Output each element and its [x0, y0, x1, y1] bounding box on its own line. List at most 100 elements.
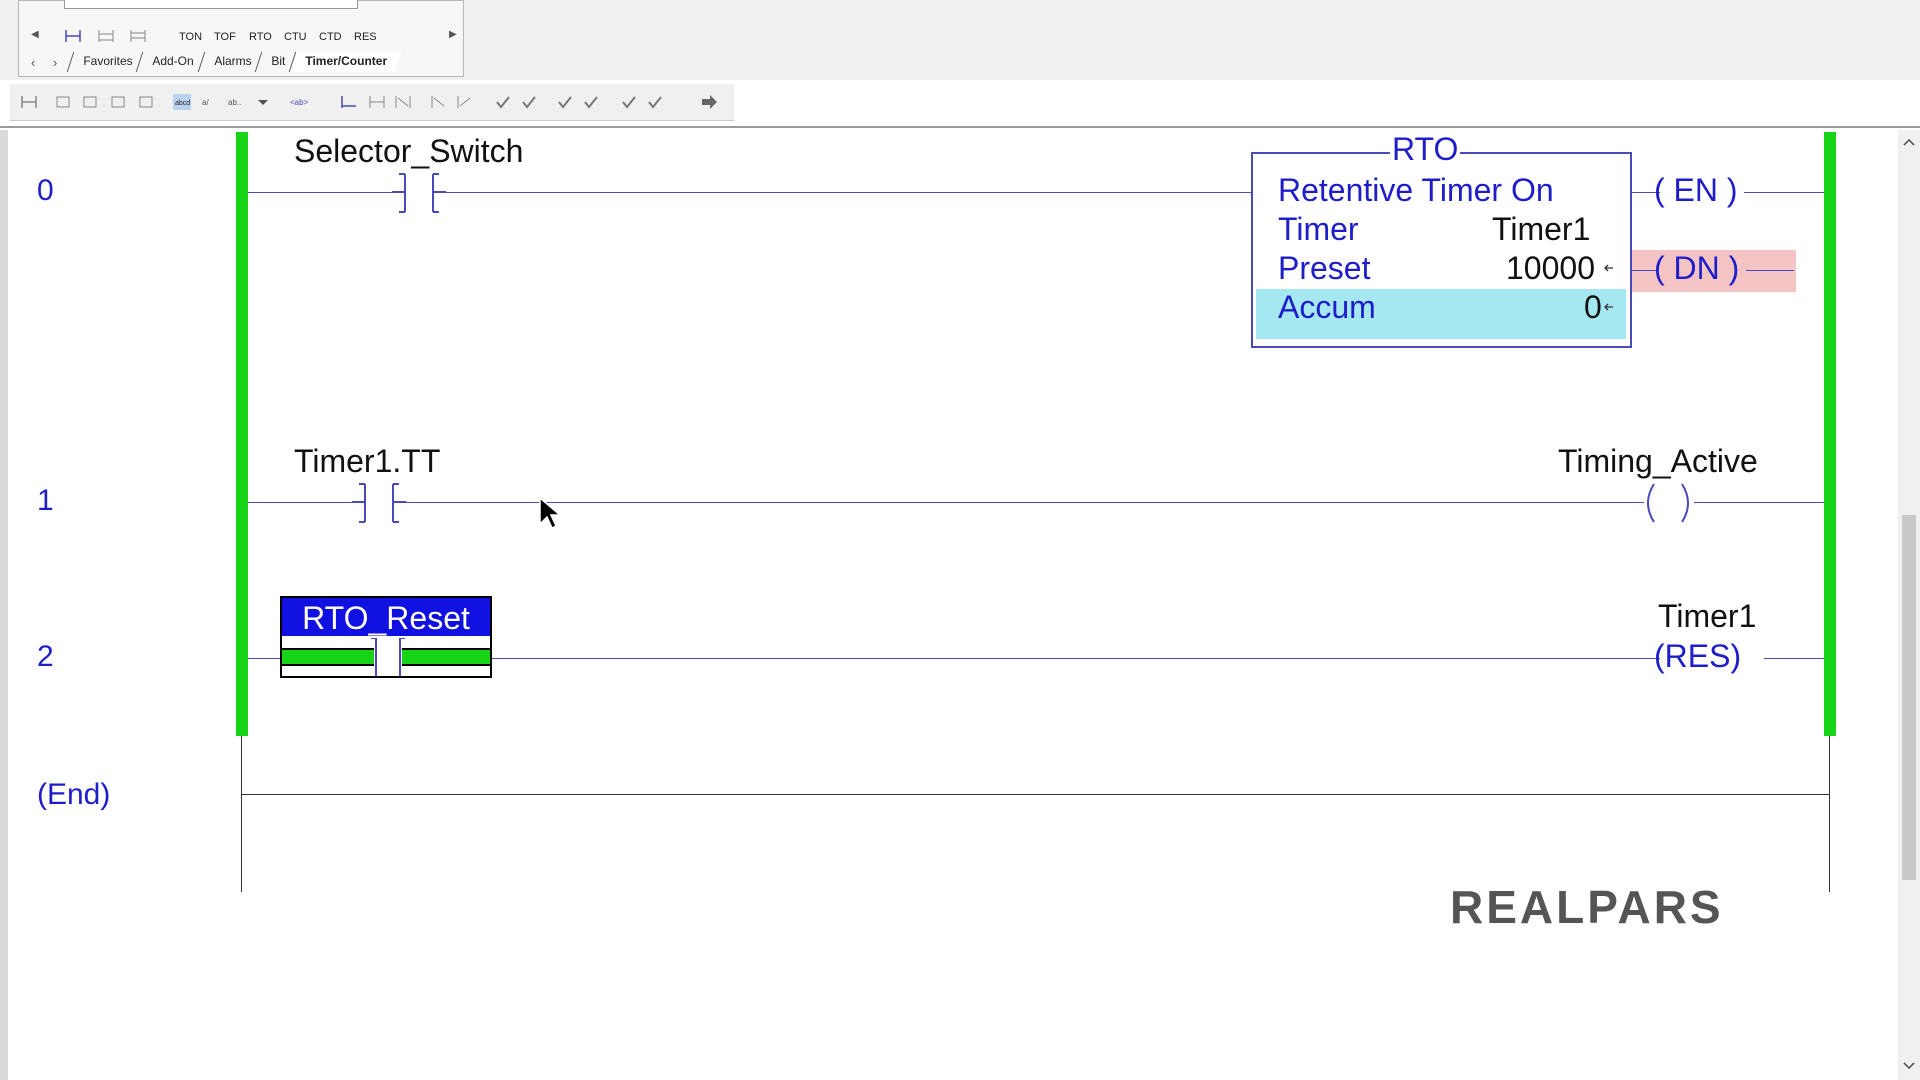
dn-wire-left	[1632, 270, 1656, 271]
realpars-logo: REALPARS	[1450, 881, 1724, 933]
mouse-cursor-icon	[539, 496, 560, 530]
palette-ton-button[interactable]: TON	[179, 31, 202, 43]
cancel-edits-icon[interactable]	[82, 94, 100, 110]
go-forward-icon[interactable]	[700, 94, 718, 110]
dropdown-arrow-icon[interactable]	[254, 94, 272, 110]
rto-reset-contact[interactable]: RTO_Reset	[280, 596, 492, 678]
scrollbar-thumb[interactable]	[1902, 515, 1916, 880]
en-output: ( EN )	[1654, 172, 1738, 208]
editor-top-border	[0, 126, 1920, 128]
palette-rto-button[interactable]: RTO	[249, 31, 272, 43]
palette-res-button[interactable]: RES	[354, 31, 377, 43]
discard-edits-icon[interactable]	[456, 94, 474, 110]
rung-number-1[interactable]: 1	[37, 484, 54, 518]
preset-label: Preset	[1278, 250, 1371, 286]
selector-switch-contact[interactable]	[390, 172, 448, 214]
editor-left-margin	[0, 130, 8, 1080]
rto-reset-power-right	[402, 648, 490, 666]
rung2-wire-2	[492, 658, 1660, 659]
timer1-tt-contact[interactable]	[350, 482, 408, 524]
timing-active-coil[interactable]	[1640, 482, 1696, 524]
rung1-wire-2	[406, 502, 1644, 503]
insert-rung-icon[interactable]	[340, 94, 358, 110]
show-tag-names-icon[interactable]: abcd	[173, 94, 191, 110]
dn-output: ( DN )	[1654, 250, 1740, 286]
palette-scroll-left-icon[interactable]: ◀	[31, 29, 39, 40]
text-format-icon[interactable]: ab..	[228, 94, 246, 110]
right-power-rail	[1824, 132, 1836, 736]
palette-tabs: Favorites Add-On Alarms Bit Timer/Counte…	[66, 52, 402, 72]
assemble-edits-icon[interactable]	[110, 94, 128, 110]
accum-arrow-icon	[1604, 303, 1613, 311]
rto-description: Retentive Timer On	[1278, 172, 1554, 208]
dn-label: DN	[1673, 250, 1720, 286]
cancel-pending-icon[interactable]	[582, 94, 600, 110]
branch-icon[interactable]	[97, 29, 115, 43]
palette-search-input[interactable]	[64, 0, 358, 9]
tab-prev-icon[interactable]: ‹	[31, 55, 35, 70]
branch-level-icon[interactable]	[129, 29, 147, 43]
timer-label: Timer	[1278, 211, 1359, 247]
dn-wire-right	[1746, 270, 1794, 271]
accum-value[interactable]: 0	[1584, 289, 1602, 326]
rung-number-2[interactable]: 2	[37, 640, 54, 674]
palette-tof-button[interactable]: TOF	[214, 31, 236, 43]
rung-edit-icon[interactable]	[20, 94, 38, 110]
en-label: EN	[1673, 172, 1718, 208]
end-rung-label[interactable]: (End)	[37, 778, 110, 812]
accum-label: Accum	[1278, 289, 1376, 325]
verify-routine-icon[interactable]	[494, 94, 512, 110]
tab-timer-counter[interactable]: Timer/Counter	[288, 52, 402, 72]
rto-reset-tag: RTO_Reset	[302, 600, 470, 636]
verify-controller-icon[interactable]	[520, 94, 538, 110]
preset-arrow-icon	[1604, 264, 1613, 272]
svg-text:<ab>: <ab>	[290, 98, 308, 107]
palette-ctu-button[interactable]: CTU	[284, 31, 307, 43]
end-rung-line	[242, 794, 1830, 795]
delete-branch-icon[interactable]	[394, 94, 412, 110]
accept-pending-icon[interactable]	[556, 94, 574, 110]
accept-edits-icon[interactable]	[55, 94, 73, 110]
left-rail-extension	[241, 736, 242, 892]
rung0-wire-2	[446, 192, 1252, 193]
timer-value[interactable]: Timer1	[1492, 211, 1590, 248]
rung-number-0[interactable]: 0	[37, 174, 54, 208]
scroll-up-icon[interactable]	[1903, 138, 1915, 146]
insert-branch-icon[interactable]	[368, 94, 386, 110]
vertical-scrollbar[interactable]	[1898, 130, 1920, 1080]
rung1-wire-3	[1694, 502, 1824, 503]
svg-text:a/: a/	[202, 98, 209, 107]
ladder-edit-toolbar: abcd a/ ab.. <ab>	[10, 84, 734, 121]
tab-add-on[interactable]: Add-On	[136, 52, 208, 72]
left-power-rail	[236, 132, 248, 736]
finalize-edits-icon[interactable]	[430, 94, 448, 110]
timer1-tt-tag[interactable]: Timer1.TT	[294, 443, 440, 480]
res-label: RES	[1664, 638, 1731, 674]
rung2-wire-3	[1764, 658, 1824, 659]
selector-switch-tag[interactable]: Selector_Switch	[294, 133, 523, 170]
rung2-wire-1	[248, 658, 280, 659]
svg-text:ab..: ab..	[228, 98, 241, 107]
show-descriptions-icon[interactable]: a/	[200, 94, 218, 110]
res-output[interactable]: (RES)	[1654, 638, 1741, 675]
timer1-res-tag[interactable]: Timer1	[1658, 598, 1756, 635]
rto-reset-power-left	[282, 648, 374, 666]
palette-ctd-button[interactable]: CTD	[319, 31, 342, 43]
rto-block-title: RTO	[1390, 131, 1461, 168]
timing-active-tag[interactable]: Timing_Active	[1558, 443, 1758, 480]
view-toggle-icon[interactable]: <ab>	[290, 94, 308, 110]
palette-scroll-right-icon[interactable]: ▶	[449, 29, 457, 40]
rung0-wire-1	[248, 192, 392, 193]
tab-next-icon[interactable]: ›	[53, 55, 57, 70]
rung1-wire-1	[248, 502, 352, 503]
top-toolbar-area: ◀ TON TOF RTO CTU CTD RES ▶ ‹ › Favorite…	[0, 0, 1920, 80]
tab-favorites[interactable]: Favorites	[66, 52, 147, 72]
rung-icon[interactable]	[64, 29, 82, 43]
preset-value[interactable]: 10000	[1506, 250, 1595, 287]
en-wire-right	[1744, 192, 1824, 193]
svg-text:abcd: abcd	[175, 100, 190, 107]
scroll-down-icon[interactable]	[1903, 1062, 1915, 1070]
test-edits-icon[interactable]	[138, 94, 156, 110]
untest-accepted-icon[interactable]	[646, 94, 664, 110]
test-accepted-icon[interactable]	[620, 94, 638, 110]
